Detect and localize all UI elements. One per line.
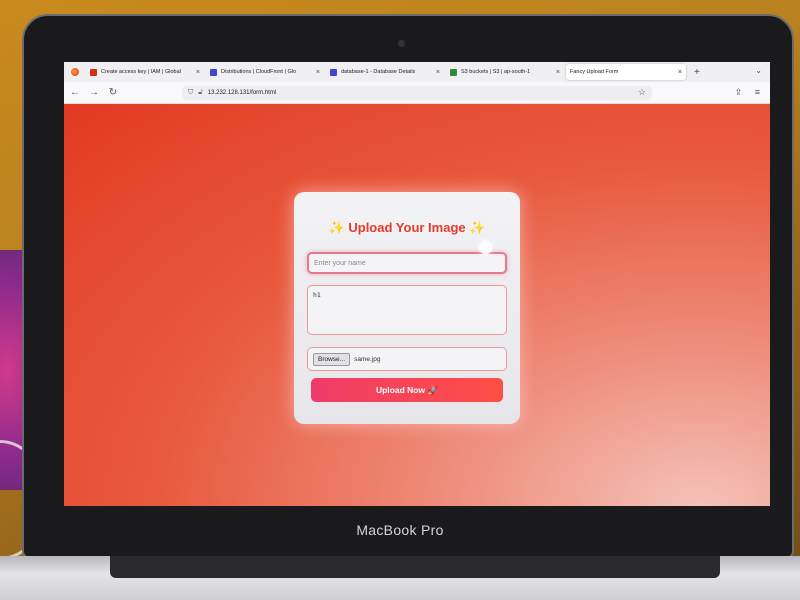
tab-favicon-icon [90, 68, 97, 76]
tab-bar: Create access key | IAM | Global × Distr… [64, 62, 770, 82]
shield-icon[interactable]: ⛉ [188, 89, 193, 97]
address-bar[interactable]: ⛉ 🔓︎ 13.232.128.131/form.html ☆ [182, 86, 652, 100]
tab-label: database-1 - Database Details [341, 69, 416, 75]
url-text: 13.232.128.131/form.html [207, 90, 277, 96]
camera-icon [398, 40, 405, 47]
name-input[interactable] [307, 252, 507, 274]
upload-form-card: ✨ Upload Your Image ✨ Browse... same.jpg… [294, 192, 520, 424]
tab-database[interactable]: database-1 - Database Details × [326, 64, 444, 80]
back-icon[interactable]: ← [67, 87, 83, 98]
tab-close-icon[interactable]: × [316, 69, 320, 76]
laptop-hinge [110, 556, 720, 578]
bookmark-star-icon[interactable]: ☆ [638, 87, 646, 98]
new-tab-icon[interactable]: + [694, 67, 700, 78]
navigation-bar: ← → ↻ ⛉ 🔓︎ 13.232.128.131/form.html ☆ ⇪ … [64, 82, 770, 104]
tab-close-icon[interactable]: × [436, 69, 440, 76]
tab-list-icon[interactable]: ⌄ [755, 66, 762, 75]
forward-icon[interactable]: → [86, 87, 102, 98]
tab-iam[interactable]: Create access key | IAM | Global × [86, 64, 204, 80]
tab-label: Fancy Upload Form [570, 69, 619, 75]
tab-fancy-upload-form[interactable]: Fancy Upload Form × [566, 64, 686, 80]
tab-cloudfront[interactable]: Distributions | CloudFront | Glo × [206, 64, 324, 80]
firefox-icon [64, 62, 86, 82]
browse-button[interactable]: Browse... [313, 352, 351, 366]
form-title: ✨ Upload Your Image ✨ [328, 220, 486, 235]
insecure-lock-icon[interactable]: 🔓︎ [198, 89, 203, 97]
upload-button[interactable]: Upload Now 🚀 [311, 378, 503, 402]
tab-close-icon[interactable]: × [678, 69, 682, 76]
tab-s3[interactable]: S3 buckets | S3 | ap-south-1 × [446, 64, 564, 80]
tab-label: Distributions | CloudFront | Glo [221, 69, 296, 75]
mouse-cursor [479, 241, 492, 254]
description-textarea[interactable] [307, 285, 507, 335]
menu-icon[interactable]: ≡ [755, 87, 760, 97]
tab-favicon-icon [210, 68, 217, 76]
page-content: ✨ Upload Your Image ✨ Browse... same.jpg… [64, 104, 770, 506]
extensions-icon[interactable]: ⇪ [735, 87, 743, 97]
tab-close-icon[interactable]: × [556, 69, 560, 76]
browser-window: Create access key | IAM | Global × Distr… [64, 62, 770, 506]
reload-icon[interactable]: ↻ [105, 87, 121, 98]
file-input[interactable]: Browse... same.jpg [307, 347, 507, 371]
tab-label: S3 buckets | S3 | ap-south-1 [461, 69, 531, 75]
tab-favicon-icon [330, 68, 337, 76]
laptop-brand-label: MacBook Pro [356, 522, 444, 538]
tab-favicon-icon [450, 68, 457, 76]
tab-close-icon[interactable]: × [196, 69, 200, 76]
selected-file-name: same.jpg [354, 355, 381, 363]
tab-label: Create access key | IAM | Global [101, 69, 181, 75]
